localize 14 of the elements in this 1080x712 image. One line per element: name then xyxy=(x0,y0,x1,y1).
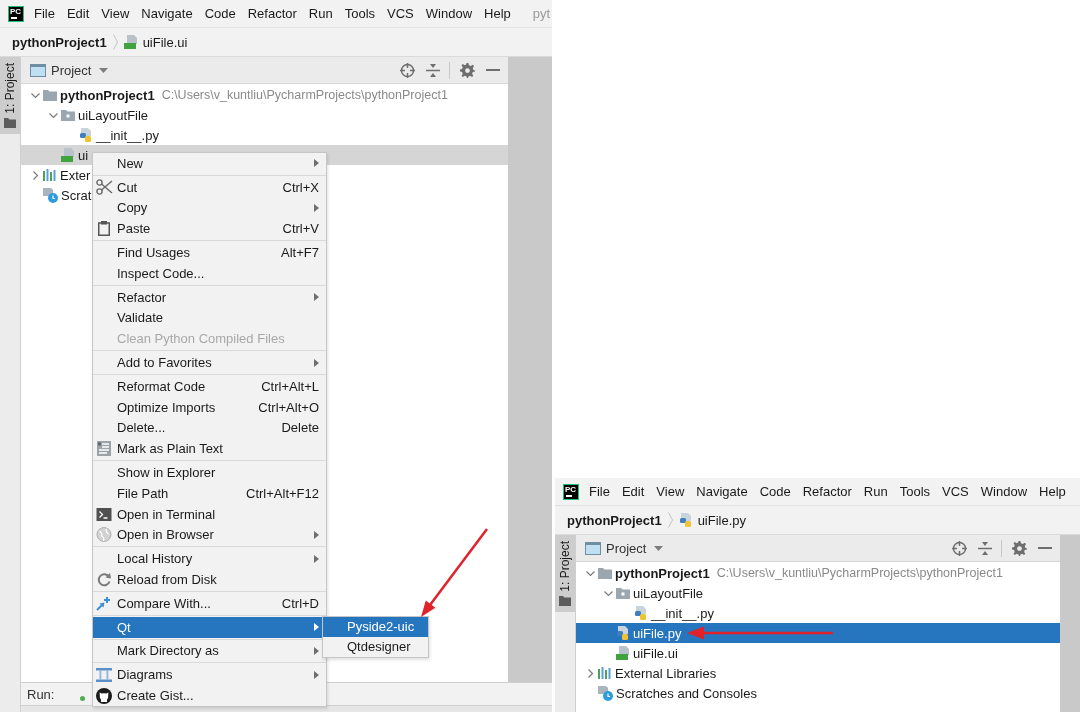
app-logo: PC xyxy=(8,5,24,22)
path-text: C:\Users\v_kuntliu\PycharmProjects\pythonProject1 xyxy=(716,566,1003,580)
shortcut-text: Ctrl+Alt+O xyxy=(258,399,319,415)
shortcut-text: Alt+F7 xyxy=(281,245,319,261)
window-title-text: pyt xyxy=(532,6,551,21)
path-text: C:\Users\v_kuntliu\PycharmProjects\pythonProject1 xyxy=(161,88,448,102)
run-label: Run: xyxy=(27,686,55,702)
shortcut-text: Delete xyxy=(281,420,319,436)
shortcut-text: Ctrl+Alt+L xyxy=(261,378,319,394)
shortcut-text: Ctrl+D xyxy=(281,595,319,611)
shortcut-text: Ctrl+Alt+F12 xyxy=(246,485,319,501)
shortcut-text: Ctrl+X xyxy=(282,179,319,195)
app-logo: PC xyxy=(563,483,579,500)
shortcut-text: Ctrl+V xyxy=(282,221,319,237)
